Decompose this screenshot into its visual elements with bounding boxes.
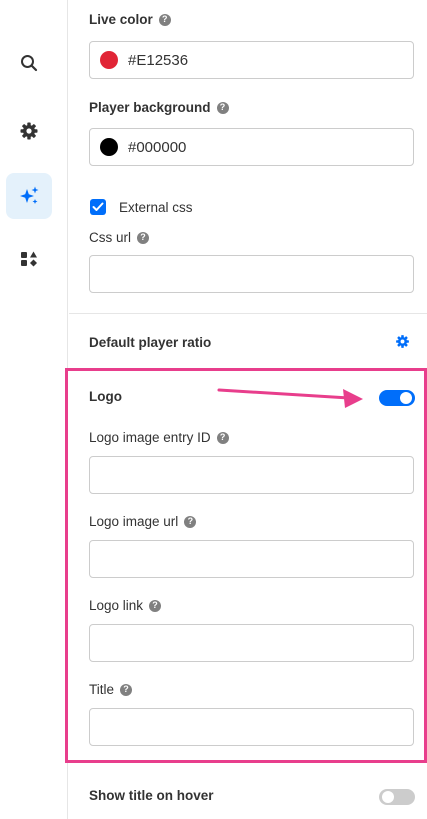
show-title-on-hover-toggle[interactable] bbox=[379, 789, 415, 805]
help-icon[interactable]: ? bbox=[216, 431, 229, 444]
help-icon[interactable]: ? bbox=[184, 515, 197, 528]
help-icon[interactable]: ? bbox=[158, 13, 171, 26]
help-icon[interactable]: ? bbox=[149, 599, 162, 612]
toggle-knob bbox=[382, 791, 394, 803]
gear-icon bbox=[20, 122, 38, 140]
logo-image-url-input[interactable] bbox=[89, 540, 414, 578]
external-css-label-text: External css bbox=[119, 200, 193, 215]
external-css-checkbox[interactable] bbox=[90, 199, 106, 215]
css-url-input[interactable] bbox=[89, 255, 414, 293]
live-color-input[interactable]: #E12536 bbox=[89, 41, 414, 79]
toggle-knob bbox=[400, 392, 412, 404]
live-color-label: Live color ? bbox=[89, 12, 171, 27]
external-css-label[interactable]: External css bbox=[119, 200, 193, 215]
logo-title-label-text: Title bbox=[89, 682, 115, 697]
logo-label-text: Logo bbox=[89, 389, 122, 404]
logo-toggle[interactable] bbox=[379, 390, 415, 406]
ratio-settings-gear-icon[interactable] bbox=[395, 334, 410, 349]
logo-label: Logo bbox=[89, 389, 122, 404]
annotation-arrow-icon bbox=[217, 388, 363, 408]
logo-link-label: Logo link ? bbox=[89, 598, 162, 613]
live-color-swatch[interactable] bbox=[100, 51, 118, 69]
sparkles-icon bbox=[20, 186, 39, 204]
help-icon[interactable]: ? bbox=[137, 231, 150, 244]
logo-title-input[interactable] bbox=[89, 708, 414, 746]
default-player-ratio-label-text: Default player ratio bbox=[89, 335, 212, 350]
side-nav-settings-button[interactable] bbox=[6, 108, 52, 154]
side-nav-plugins-button[interactable] bbox=[6, 236, 52, 282]
css-url-label: Css url ? bbox=[89, 230, 150, 245]
logo-link-label-text: Logo link bbox=[89, 598, 144, 613]
css-url-label-text: Css url bbox=[89, 230, 132, 245]
help-icon[interactable]: ? bbox=[120, 683, 133, 696]
side-nav-search-button[interactable] bbox=[6, 40, 52, 86]
show-title-on-hover-label: Show title on hover bbox=[89, 788, 214, 803]
help-icon[interactable]: ? bbox=[216, 101, 229, 114]
search-icon bbox=[21, 55, 38, 72]
player-background-label-text: Player background bbox=[89, 100, 211, 115]
logo-entry-id-input[interactable] bbox=[89, 456, 414, 494]
player-background-input[interactable]: #000000 bbox=[89, 128, 414, 166]
logo-image-url-label: Logo image url ? bbox=[89, 514, 197, 529]
logo-link-input[interactable] bbox=[89, 624, 414, 662]
player-background-swatch[interactable] bbox=[100, 138, 118, 156]
side-nav-styling-button[interactable] bbox=[6, 173, 52, 219]
show-title-on-hover-label-text: Show title on hover bbox=[89, 788, 214, 803]
player-background-label: Player background ? bbox=[89, 100, 229, 115]
live-color-label-text: Live color bbox=[89, 12, 153, 27]
default-player-ratio-label: Default player ratio bbox=[89, 335, 211, 350]
logo-entry-id-label-text: Logo image entry ID bbox=[89, 430, 211, 445]
logo-title-label: Title ? bbox=[89, 682, 133, 697]
shapes-icon bbox=[21, 251, 37, 267]
checkmark-icon bbox=[92, 202, 104, 211]
logo-image-url-label-text: Logo image url bbox=[89, 514, 179, 529]
side-nav bbox=[0, 0, 68, 819]
live-color-value: #E12536 bbox=[128, 51, 189, 69]
player-background-value: #000000 bbox=[128, 138, 187, 156]
logo-entry-id-label: Logo image entry ID ? bbox=[89, 430, 229, 445]
section-divider bbox=[69, 313, 427, 314]
